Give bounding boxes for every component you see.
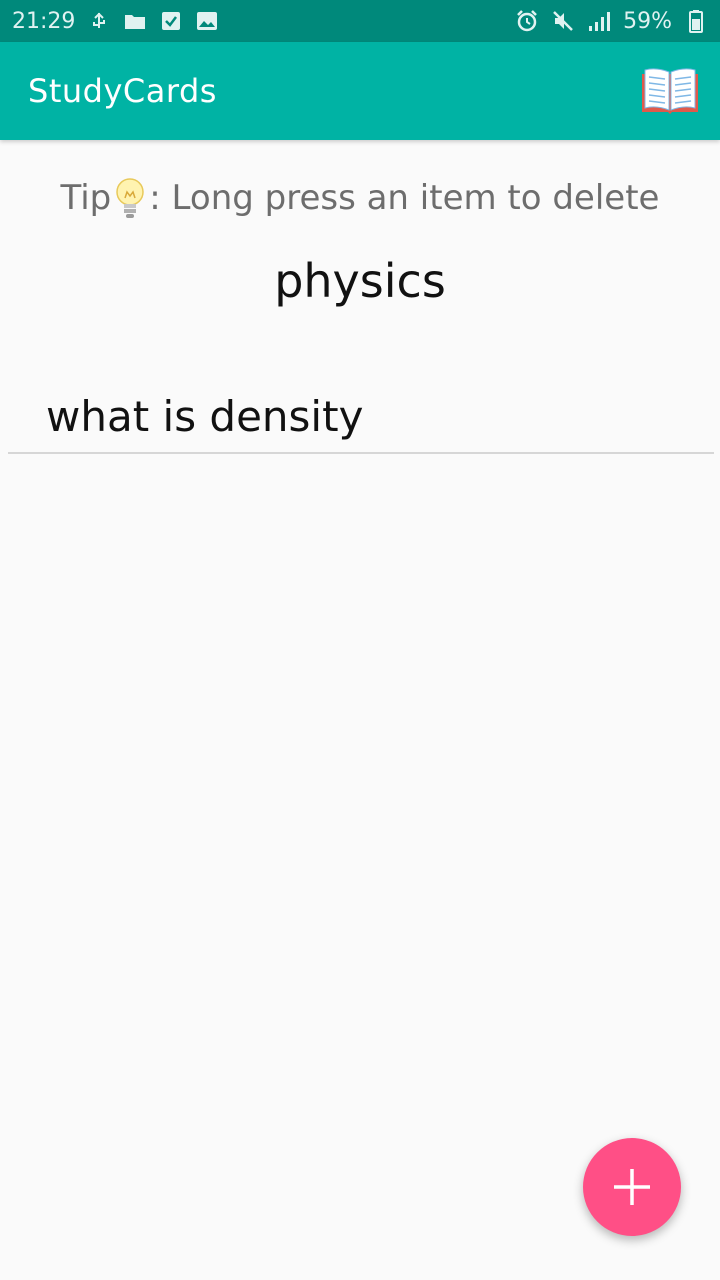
- tip-text: : Long press an item to delete: [149, 178, 660, 218]
- alarm-icon: [515, 9, 539, 33]
- status-bar: 21:29 59%: [0, 0, 720, 42]
- plus-icon: [614, 1169, 650, 1205]
- checkbox-icon: [159, 9, 183, 33]
- signal-icon: [587, 9, 611, 33]
- status-left: 21:29: [12, 9, 219, 34]
- add-card-button[interactable]: [583, 1138, 681, 1236]
- light-bulb-icon: [116, 178, 145, 218]
- usb-icon: [87, 9, 111, 33]
- battery-icon: [684, 9, 708, 33]
- list-item[interactable]: what is density: [8, 380, 714, 454]
- battery-percent: 59%: [623, 8, 672, 34]
- tip-prefix: Tip: [60, 178, 112, 218]
- tip-line: Tip : Long press an item to delete: [0, 176, 720, 220]
- status-time: 21:29: [12, 8, 76, 34]
- folder-icon: [123, 9, 147, 33]
- card-list: what is density: [8, 380, 714, 454]
- app-title: StudyCards: [28, 72, 217, 110]
- app-bar: StudyCards: [0, 42, 720, 140]
- mute-icon: [551, 9, 575, 33]
- open-book-button[interactable]: [640, 65, 700, 117]
- deck-title: physics: [274, 254, 446, 308]
- image-icon: [195, 9, 219, 33]
- card-question: what is density: [46, 391, 364, 441]
- status-right: 59%: [515, 9, 708, 34]
- open-book-icon: [642, 68, 698, 114]
